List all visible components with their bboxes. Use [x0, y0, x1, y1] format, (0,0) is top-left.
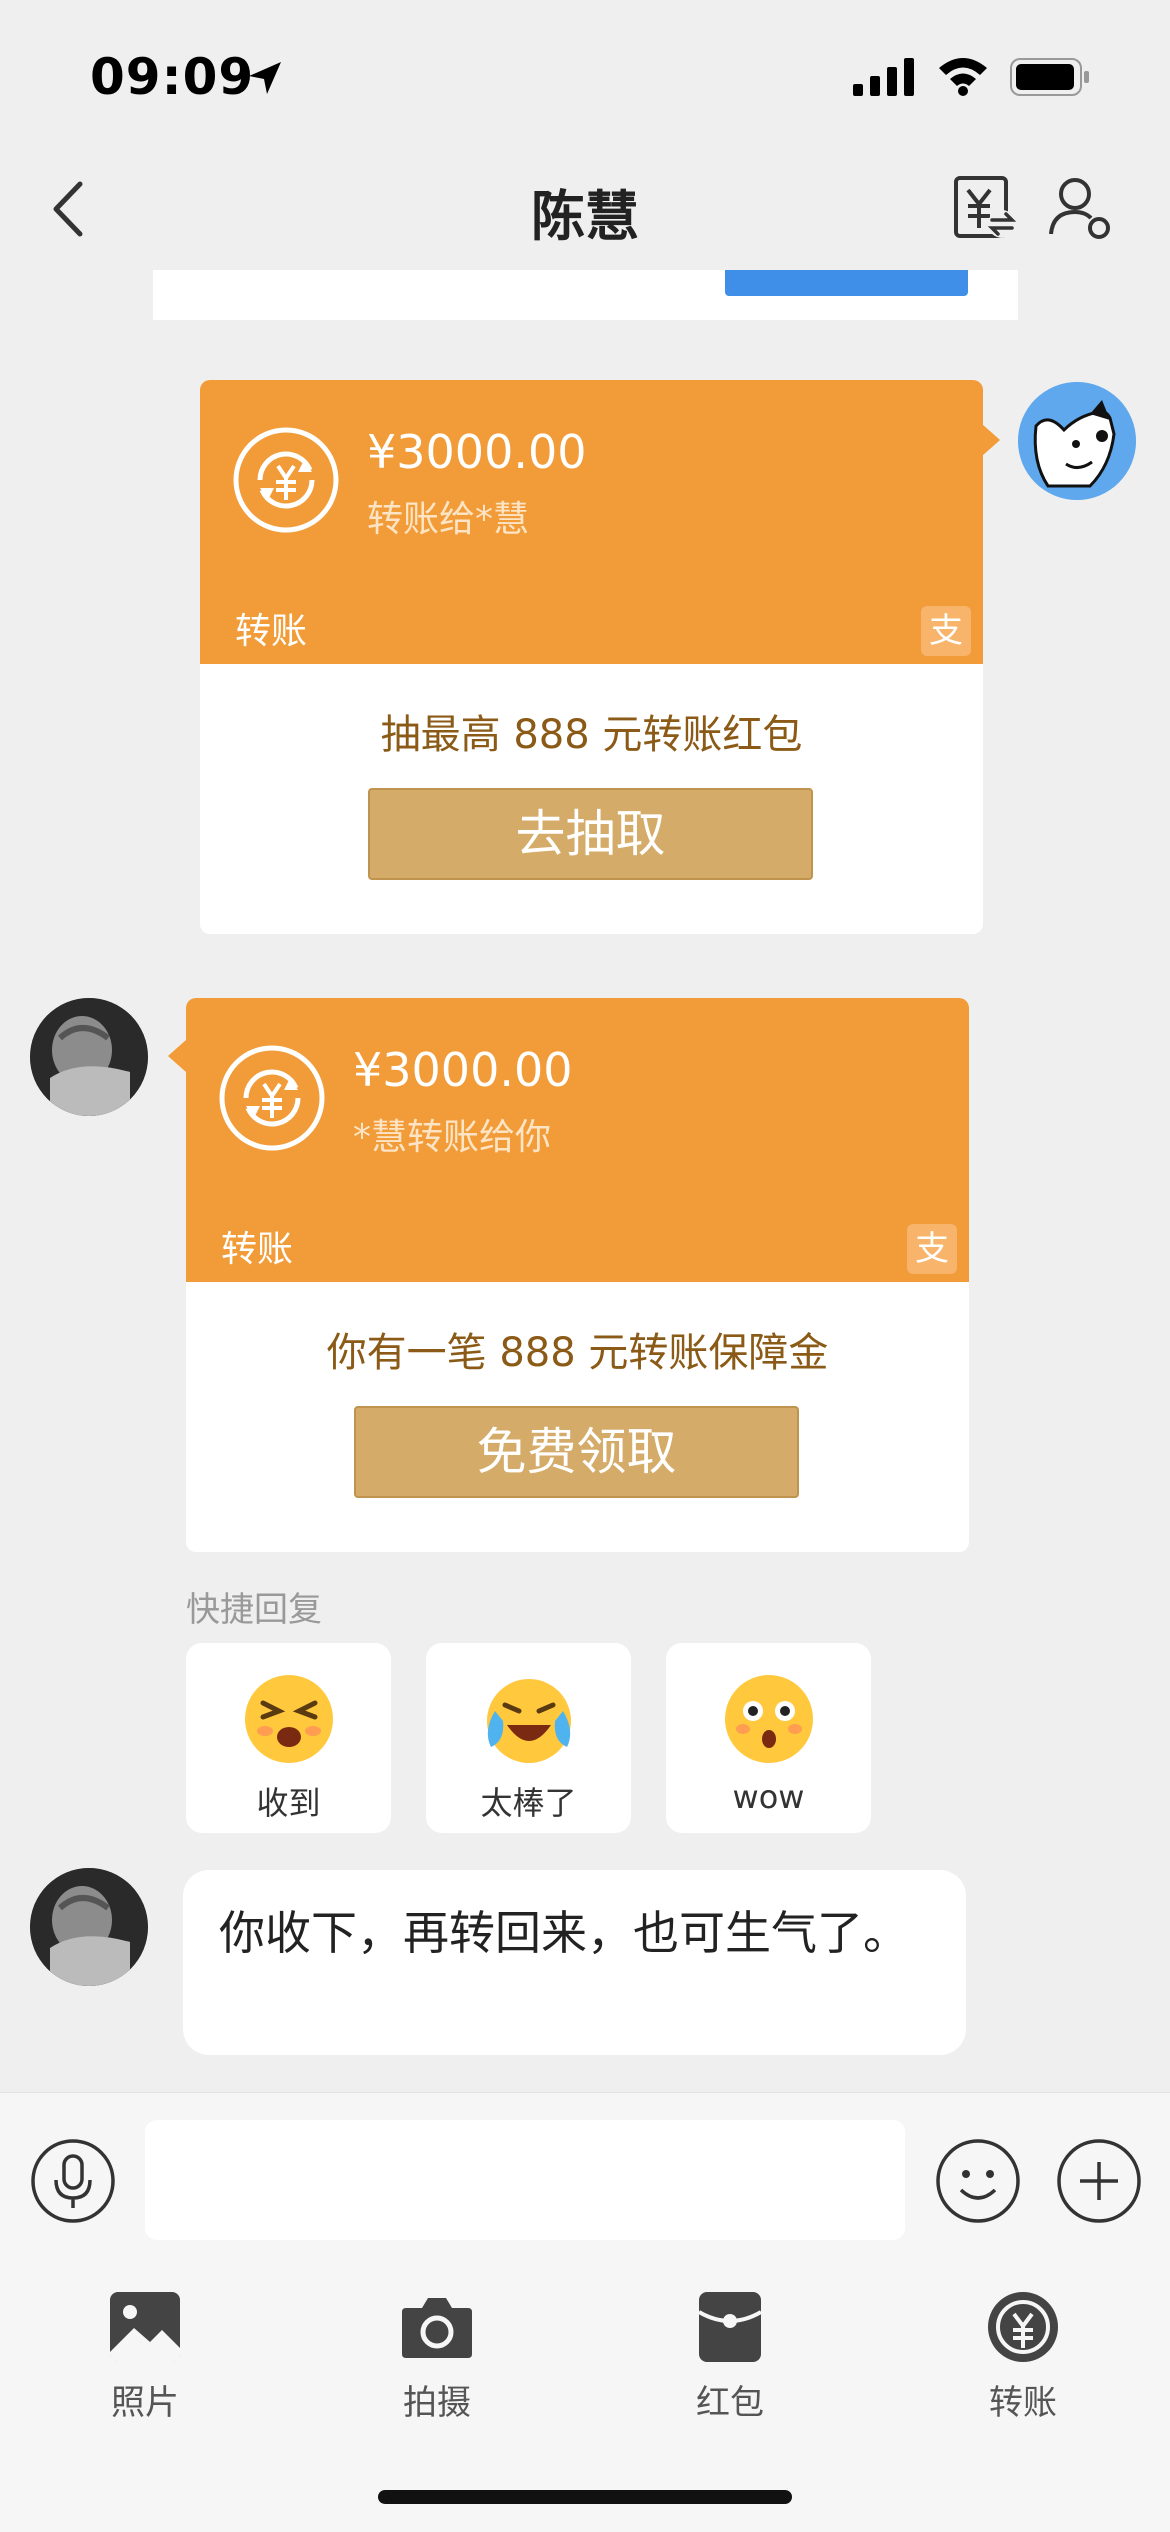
nav-bar: 陈慧 [0, 150, 1170, 270]
transfer-amount: ¥3000.00 [367, 425, 587, 479]
emoji-icon[interactable] [935, 2138, 1021, 2224]
quick-reply-label: 收到 [256, 1784, 321, 1822]
contact-photo-icon [30, 998, 148, 1116]
tool-camera[interactable]: 拍摄 [362, 2275, 512, 2435]
photo-icon [110, 2292, 180, 2362]
location-arrow-icon [249, 62, 281, 94]
transfer-coin-icon [219, 1045, 325, 1151]
input-bar [0, 2092, 1170, 2257]
alipay-icon: 支 [921, 606, 971, 656]
contact-avatar[interactable] [30, 998, 148, 1116]
my-avatar[interactable] [1018, 382, 1136, 500]
transfer-sender: *慧转账给你 [353, 1117, 552, 1158]
tool-red-packet[interactable]: 红包 [655, 2275, 805, 2435]
promo-text: 抽最高 888 元转账红包 [380, 712, 803, 758]
transfer-label: 转账 [235, 611, 308, 652]
claim-free-button[interactable]: 免费领取 [354, 1406, 799, 1498]
draw-red-packet-button[interactable]: 去抽取 [368, 788, 813, 880]
red-packet-icon [697, 2292, 763, 2362]
tool-label: 转账 [989, 2383, 1057, 2423]
transfer-card-header[interactable]: ¥3000.00 转账给*慧 转账 支 [200, 380, 983, 664]
transfer-card-header[interactable]: ¥3000.00 *慧转账给你 转账 支 [186, 998, 969, 1282]
transfer-promo-section: 抽最高 888 元转账红包 去抽取 [200, 664, 983, 934]
transfer-coin-icon [233, 427, 339, 533]
bubble-tail [168, 1040, 186, 1072]
home-indicator[interactable] [378, 2490, 792, 2504]
bubble-tail [982, 424, 1000, 456]
tool-photo[interactable]: 照片 [70, 2275, 220, 2435]
quick-reply-label: wow [732, 1778, 805, 1816]
transfer-promo-section: 你有一笔 888 元转账保障金 免费领取 [186, 1282, 969, 1552]
transfer-amount: ¥3000.00 [353, 1043, 573, 1097]
crying-laughing-emoji-icon [487, 1679, 571, 1763]
quick-reply-title: 快捷回复 [186, 1590, 322, 1630]
transfer-icon [988, 2292, 1058, 2362]
battery-icon [1010, 58, 1089, 96]
chat-area[interactable]: ¥3000.00 转账给*慧 转账 支 抽最高 888 元转账红包 去抽取 ¥3… [0, 270, 1170, 2092]
status-bar: 09:09 [0, 0, 1170, 150]
dog-avatar-icon [1018, 382, 1136, 500]
surprised-emoji-icon [725, 1675, 813, 1763]
tool-label: 拍摄 [403, 2383, 471, 2423]
contact-photo-icon [30, 1868, 148, 1986]
quick-reply-received[interactable]: 收到 [186, 1643, 391, 1833]
quick-reply-wow[interactable]: wow [666, 1643, 871, 1833]
alipay-icon: 支 [907, 1224, 957, 1274]
microphone-icon[interactable] [30, 2138, 116, 2224]
message-text: 你收下，再转回来，也可生气了。 [219, 1906, 909, 1960]
wifi-icon [939, 58, 987, 96]
contact-avatar[interactable] [30, 1868, 148, 1986]
text-message-bubble[interactable]: 你收下，再转回来，也可生气了。 [183, 1870, 966, 2055]
grimace-emoji-icon [245, 1675, 333, 1763]
camera-icon [402, 2298, 472, 2358]
cellular-signal-icon [853, 58, 914, 96]
contact-profile-icon[interactable] [1045, 172, 1115, 242]
promo-text: 你有一笔 888 元转账保障金 [326, 1330, 829, 1376]
tool-transfer[interactable]: 转账 [948, 2275, 1098, 2435]
previous-message-card [153, 270, 1018, 320]
quick-reply-great[interactable]: 太棒了 [426, 1643, 631, 1833]
sent-transfer-card[interactable]: ¥3000.00 转账给*慧 转账 支 抽最高 888 元转账红包 去抽取 [200, 380, 983, 934]
quick-reply-label: 太棒了 [480, 1784, 577, 1822]
status-time: 09:09 [90, 48, 255, 106]
tool-label: 照片 [111, 2383, 179, 2423]
previous-card-button[interactable] [725, 270, 968, 296]
plus-icon[interactable] [1056, 2138, 1142, 2224]
message-input[interactable] [145, 2120, 905, 2240]
transfer-recipient: 转账给*慧 [367, 499, 530, 540]
tool-label: 红包 [696, 2383, 764, 2423]
transfer-label: 转账 [221, 1229, 294, 1270]
transfer-record-icon[interactable] [948, 172, 1018, 242]
received-transfer-card[interactable]: ¥3000.00 *慧转账给你 转账 支 你有一笔 888 元转账保障金 免费领… [186, 998, 969, 1552]
